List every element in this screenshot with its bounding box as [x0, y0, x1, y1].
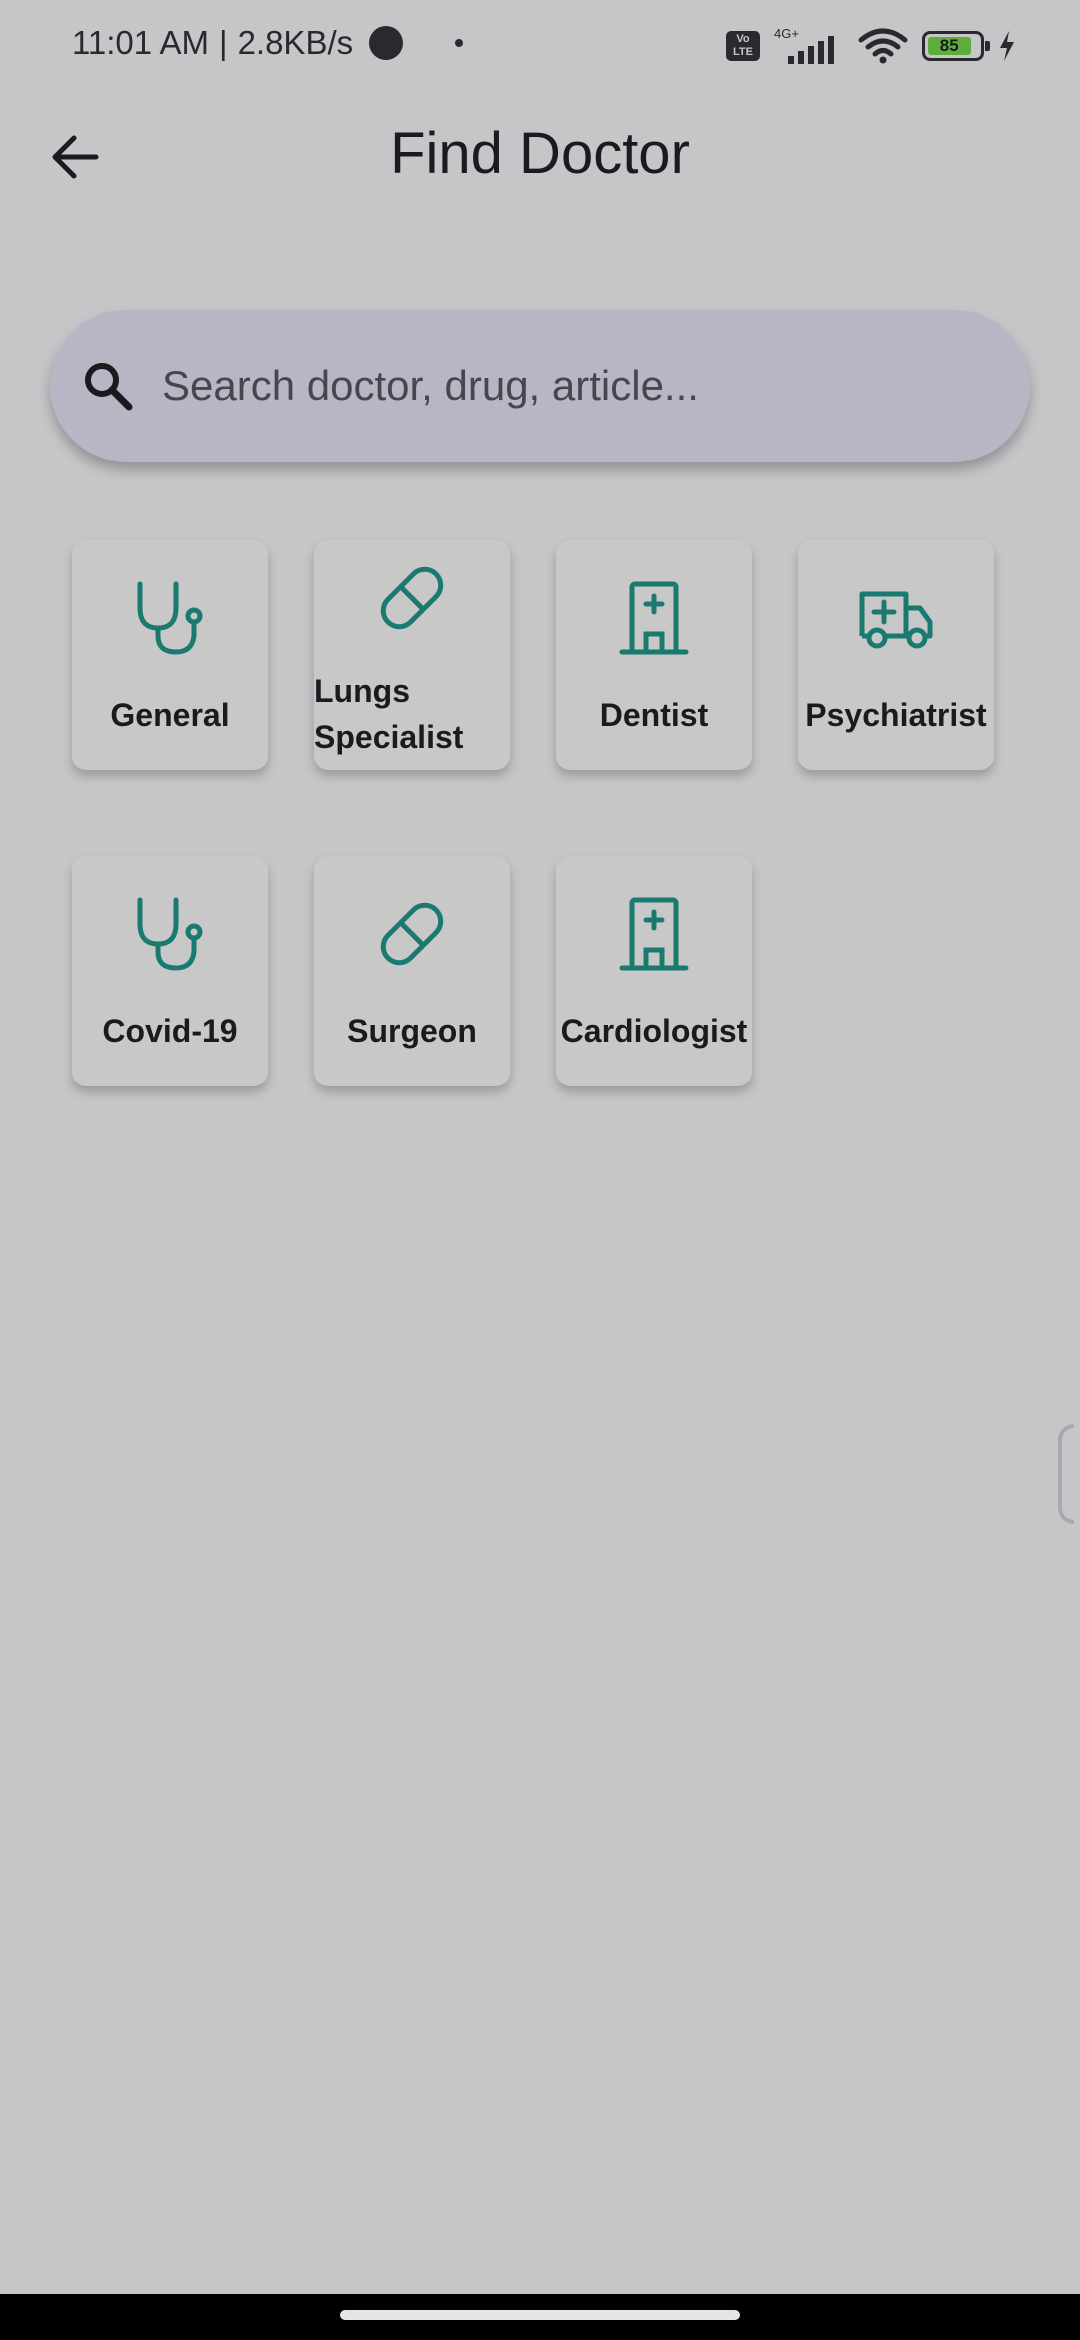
search-input[interactable] [160, 361, 1030, 411]
pill-icon [314, 894, 510, 974]
category-label: Cardiologist [560, 1013, 748, 1049]
page-title: Find Doctor [390, 121, 690, 186]
charging-icon [1000, 31, 1014, 61]
battery-level: 85 [928, 37, 971, 55]
wifi-icon [858, 28, 908, 64]
status-speed: 2.8KB/s [237, 24, 354, 61]
status-bar: 11:01 AM | 2.8KB/s Vo LTE 4G+ 85 [0, 0, 1080, 96]
status-right: Vo LTE 4G+ 85 [726, 26, 1016, 64]
status-left: 11:01 AM | 2.8KB/s [72, 24, 464, 62]
stethoscope-icon [72, 894, 268, 974]
app-notification-icon [369, 26, 404, 60]
category-card-dentist[interactable]: Dentist [556, 540, 752, 770]
category-card-surgeon[interactable]: Surgeon [314, 856, 510, 1086]
status-separator: | [218, 24, 228, 61]
app-bar: Find Doctor [0, 110, 1080, 200]
volte-icon: Vo LTE [726, 31, 760, 61]
category-card-lungs-specialist[interactable]: Lungs Specialist [314, 540, 510, 770]
hospital-icon [556, 894, 752, 974]
hospital-icon [556, 578, 752, 658]
category-card-psychiatrist[interactable]: Psychiatrist [798, 540, 994, 770]
search-bar[interactable] [50, 310, 1030, 462]
category-label: General [110, 697, 230, 733]
category-card-cardiologist[interactable]: Cardiologist [556, 856, 752, 1086]
pill-icon [314, 558, 510, 638]
system-nav-bar [0, 2294, 1080, 2340]
category-label: Psychiatrist [805, 697, 987, 733]
category-label: Surgeon [347, 1013, 477, 1049]
battery-icon: 85 [922, 31, 990, 61]
category-label: Covid-19 [102, 1013, 238, 1049]
home-indicator[interactable] [340, 2310, 740, 2320]
category-label: Lungs Specialist [314, 673, 464, 755]
stethoscope-icon [72, 578, 268, 658]
edge-swipe-handle[interactable] [1058, 1424, 1074, 1524]
notification-dot-icon [455, 39, 464, 47]
ambulance-icon [798, 578, 994, 658]
signal-icon: 4G+ [774, 26, 844, 64]
category-card-covid-19[interactable]: Covid-19 [72, 856, 268, 1086]
search-icon[interactable] [78, 356, 138, 416]
category-label: Dentist [599, 697, 709, 733]
category-card-general[interactable]: General [72, 540, 268, 770]
status-time: 11:01 AM [72, 24, 209, 61]
